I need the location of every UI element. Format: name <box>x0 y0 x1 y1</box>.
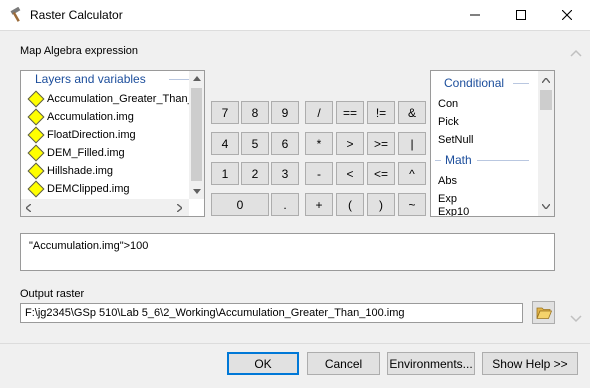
key-5[interactable]: 5 <box>241 132 269 155</box>
math-header-rule-left <box>435 160 441 161</box>
key-4[interactable]: 4 <box>211 132 239 155</box>
key-and[interactable]: & <box>398 101 426 124</box>
minimize-button[interactable] <box>452 0 498 30</box>
key-xor[interactable]: ^ <box>398 162 426 185</box>
hammer-icon <box>8 6 24 23</box>
button-bar-separator <box>0 343 590 344</box>
raster-layer-icon <box>27 144 45 162</box>
key-6[interactable]: 6 <box>271 132 299 155</box>
raster-layer-icon <box>27 126 45 144</box>
key-less[interactable]: < <box>336 162 364 185</box>
key-greater[interactable]: > <box>336 132 364 155</box>
layers-scroll-down-arrow[interactable] <box>189 184 204 199</box>
layer-item[interactable]: Hillshade.img <box>27 162 113 180</box>
map-algebra-label: Map Algebra expression <box>20 45 139 57</box>
key-7[interactable]: 7 <box>211 101 239 124</box>
maximize-button[interactable] <box>498 0 544 30</box>
layers-scroll-up-arrow[interactable] <box>189 71 204 86</box>
functions-listbox[interactable]: Conditional Con Pick SetNull Math Abs Ex… <box>430 70 555 217</box>
raster-layer-icon <box>27 162 45 180</box>
browse-button[interactable] <box>532 301 555 324</box>
output-raster-input[interactable]: F:\jg2345\GSp 510\Lab 5_6\2_Working\Accu… <box>20 303 523 323</box>
cancel-button[interactable]: Cancel <box>307 352 380 375</box>
function-item-pick[interactable]: Pick <box>438 113 459 131</box>
ok-button[interactable]: OK <box>227 352 299 375</box>
key-8[interactable]: 8 <box>241 101 269 124</box>
layers-vscroll-thumb[interactable] <box>191 88 202 181</box>
functions-scroll-down-arrow[interactable] <box>538 199 553 214</box>
functions-scroll-up-arrow[interactable] <box>538 73 553 88</box>
functions-vscrollbar[interactable] <box>538 71 554 216</box>
expression-textarea[interactable]: "Accumulation.img">100 <box>20 233 555 271</box>
main-scroll-up-arrow[interactable] <box>568 46 584 60</box>
key-decimal[interactable]: . <box>271 193 299 216</box>
conditional-header: Conditional <box>444 76 505 90</box>
close-button[interactable] <box>544 0 590 30</box>
raster-layer-icon <box>27 108 45 126</box>
key-plus[interactable]: + <box>305 193 333 216</box>
function-item-abs[interactable]: Abs <box>438 172 457 190</box>
show-help-button[interactable]: Show Help >> <box>482 352 578 375</box>
key-less-equal[interactable]: <= <box>367 162 395 185</box>
function-item-exp10[interactable]: Exp10 <box>438 206 469 216</box>
layers-listbox[interactable]: Layers and variables Accumulation_Greate… <box>20 70 205 217</box>
title-bar: Raster Calculator <box>0 0 590 30</box>
raster-layer-icon <box>27 90 45 108</box>
key-not-equal[interactable]: != <box>367 101 395 124</box>
layers-vscrollbar[interactable] <box>189 71 204 199</box>
key-3[interactable]: 3 <box>271 162 299 185</box>
key-2[interactable]: 2 <box>241 162 269 185</box>
key-1[interactable]: 1 <box>211 162 239 185</box>
output-raster-label: Output raster <box>20 288 85 300</box>
key-equal[interactable]: == <box>336 101 364 124</box>
layer-item[interactable]: Accumulation.img <box>27 108 134 126</box>
main-scroll-down-arrow[interactable] <box>568 312 584 326</box>
key-close-paren[interactable]: ) <box>367 193 395 216</box>
key-or[interactable]: | <box>398 132 426 155</box>
layer-item[interactable]: DEM_Filled.img <box>27 144 125 162</box>
math-header-rule-right <box>477 160 529 161</box>
key-multiply[interactable]: * <box>305 132 333 155</box>
key-greater-equal[interactable]: >= <box>367 132 395 155</box>
key-0[interactable]: 0 <box>211 193 269 216</box>
folder-open-icon <box>535 307 552 319</box>
environments-button[interactable]: Environments... <box>387 352 475 375</box>
window-title: Raster Calculator <box>30 8 123 22</box>
raster-layer-icon <box>27 180 45 198</box>
layers-header: Layers and variables <box>35 72 146 86</box>
layer-item[interactable]: Accumulation_Greater_Than_ <box>27 90 194 108</box>
key-not[interactable]: ~ <box>398 193 426 216</box>
conditional-header-rule <box>513 83 529 84</box>
function-item-setnull[interactable]: SetNull <box>438 131 473 149</box>
key-9[interactable]: 9 <box>271 101 299 124</box>
functions-vscroll-thumb[interactable] <box>540 90 552 110</box>
math-header: Math <box>445 153 472 167</box>
function-item-con[interactable]: Con <box>438 95 458 113</box>
key-divide[interactable]: / <box>305 101 333 124</box>
layers-scroll-left-arrow[interactable] <box>21 200 36 215</box>
layers-header-rule <box>169 79 189 80</box>
layer-item[interactable]: DEMClipped.img <box>27 180 130 198</box>
layers-scroll-right-arrow[interactable] <box>172 200 187 215</box>
layer-item[interactable]: FloatDirection.img <box>27 126 136 144</box>
key-minus[interactable]: - <box>305 162 333 185</box>
layers-hscrollbar[interactable] <box>21 199 189 216</box>
key-open-paren[interactable]: ( <box>336 193 364 216</box>
